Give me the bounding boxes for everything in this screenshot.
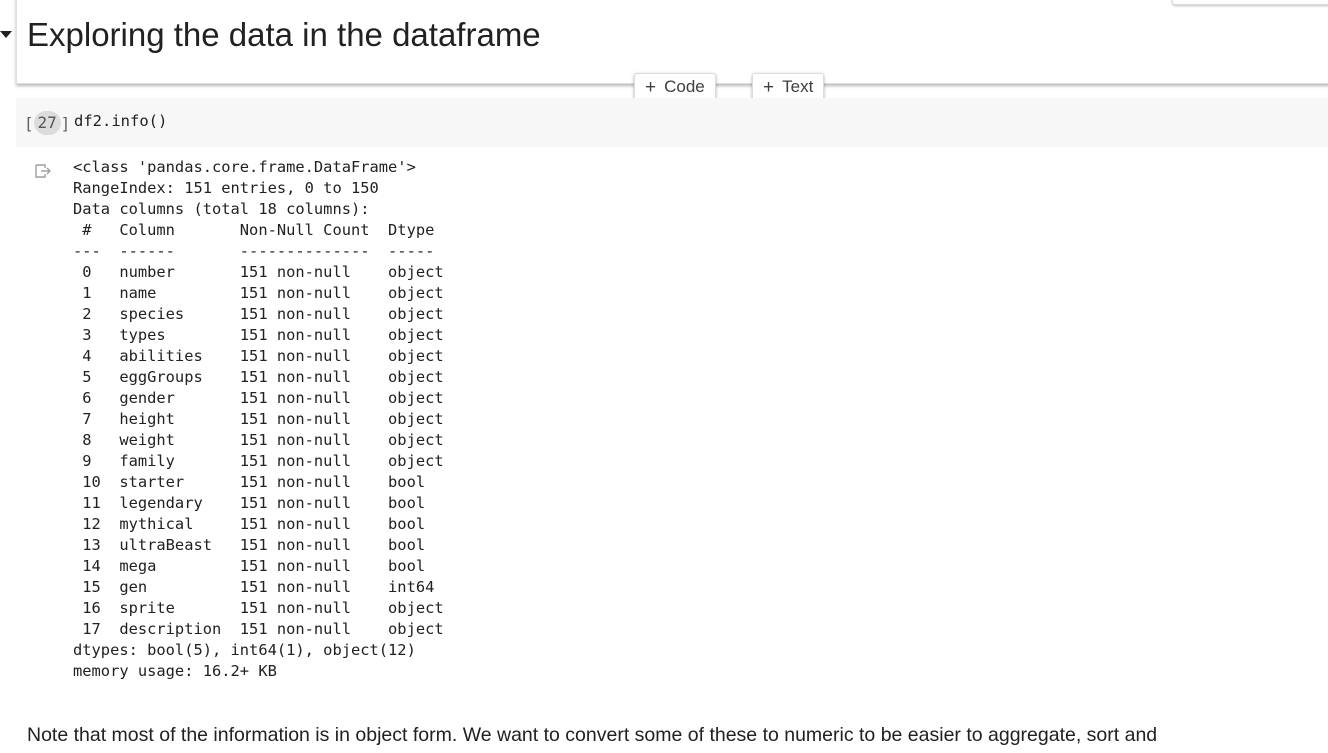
- output-line: RangeIndex: 151 entries, 0 to 150: [73, 179, 379, 197]
- output-line: 4 abilities 151 non-null object: [73, 347, 444, 365]
- output-line: 15 gen 151 non-null int64: [73, 578, 444, 596]
- output-line: 0 number 151 non-null object: [73, 263, 444, 281]
- execution-count[interactable]: [27]: [24, 111, 70, 135]
- output-line: 10 starter 151 non-null bool: [73, 473, 444, 491]
- code-cell[interactable]: [16, 98, 1328, 147]
- output-line: 3 types 151 non-null object: [73, 326, 444, 344]
- add-text-cell-button[interactable]: + Text: [752, 73, 825, 101]
- output-line: Data columns (total 18 columns):: [73, 200, 370, 218]
- code-editor[interactable]: df2.info(): [74, 111, 167, 132]
- cell-toolbar-partial[interactable]: [1172, 0, 1328, 5]
- add-text-label: Text: [782, 77, 814, 96]
- output-line: 14 mega 151 non-null bool: [73, 557, 444, 575]
- output-line: memory usage: 16.2+ KB: [73, 662, 277, 680]
- output-line: 7 height 151 non-null object: [73, 410, 444, 428]
- plus-icon: +: [763, 76, 775, 98]
- output-line: 17 description 151 non-null object: [73, 620, 444, 638]
- output-line: 16 sprite 151 non-null object: [73, 599, 444, 617]
- output-line: 9 family 151 non-null object: [73, 452, 444, 470]
- output-line: dtypes: bool(5), int64(1), object(12): [73, 641, 416, 659]
- execution-count-number: 27: [33, 111, 61, 135]
- plus-icon: +: [645, 76, 657, 98]
- output-line: 2 species 151 non-null object: [73, 305, 444, 323]
- output-line: 6 gender 151 non-null object: [73, 389, 444, 407]
- section-heading: Exploring the data in the dataframe: [27, 16, 541, 53]
- note-paragraph: Note that most of the information is in …: [27, 724, 1158, 746]
- output-redirect-icon: [35, 164, 51, 178]
- output-line: 13 ultraBeast 151 non-null bool: [73, 536, 444, 554]
- output-line: 11 legendary 151 non-null bool: [73, 494, 444, 512]
- output-line: 1 name 151 non-null object: [73, 284, 444, 302]
- bracket-close: ]: [60, 113, 71, 133]
- cell-output: <class 'pandas.core.frame.DataFrame'> Ran…: [73, 157, 444, 682]
- add-code-cell-button[interactable]: + Code: [634, 73, 716, 101]
- output-line: 12 mythical 151 non-null bool: [73, 515, 444, 533]
- collapse-section-icon[interactable]: [0, 31, 12, 38]
- output-line: # Column Non-Null Count Dtype: [73, 221, 444, 239]
- add-code-label: Code: [664, 77, 705, 96]
- output-line: --- ------ -------------- -----: [73, 242, 444, 260]
- bracket-open: [: [24, 113, 34, 133]
- output-line: <class 'pandas.core.frame.DataFrame'>: [73, 158, 416, 176]
- output-line: 8 weight 151 non-null object: [73, 431, 444, 449]
- output-line: 5 eggGroups 151 non-null object: [73, 368, 444, 386]
